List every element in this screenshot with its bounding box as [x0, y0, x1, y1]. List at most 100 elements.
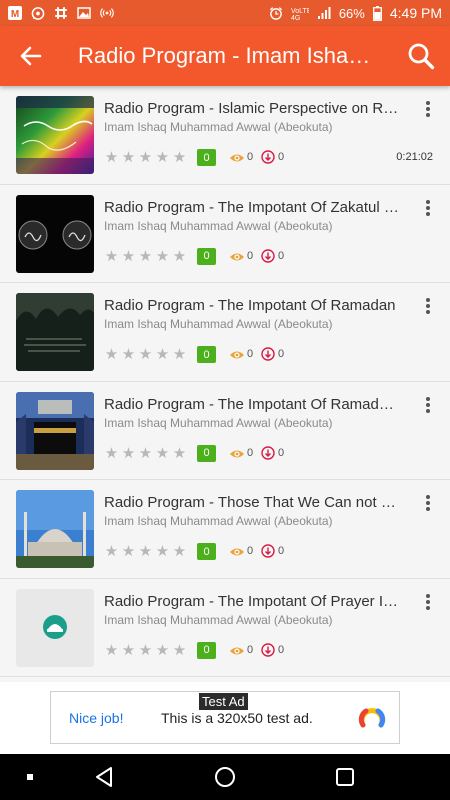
- thumbnail-dark-forest: [16, 293, 94, 371]
- nav-home-button[interactable]: [195, 754, 255, 800]
- downloads-count: 0: [278, 249, 285, 262]
- item-title[interactable]: Radio Program - The Impotant Of Ramadan …: [104, 396, 400, 413]
- page-title: Radio Program - Imam Ishaq Muhammad Awwa…: [78, 43, 392, 68]
- audio-list[interactable]: Radio Program - Islamic Perspective on R…: [0, 86, 450, 682]
- star-icon[interactable]: ★: [155, 347, 170, 363]
- item-author: Imam Ishaq Muhammad Awwal (Abeokuta): [104, 120, 333, 134]
- star-icon[interactable]: ★: [138, 445, 153, 462]
- star-icon[interactable]: ★: [104, 347, 119, 363]
- svg-text:VoLTE: VoLTE: [291, 8, 309, 15]
- item-title[interactable]: Radio Program - The Impotant Of Prayer I…: [104, 593, 400, 610]
- star-icon[interactable]: ★: [121, 150, 136, 166]
- eye-icon: [230, 351, 244, 359]
- download-icon: [261, 544, 275, 558]
- star-icon[interactable]: ★: [121, 445, 136, 462]
- image-icon: [77, 6, 91, 20]
- download-icon: [261, 248, 275, 263]
- star-icon[interactable]: ★: [138, 544, 153, 560]
- star-rating[interactable]: ★ ★ ★ ★ ★: [104, 347, 187, 363]
- battery-icon: [372, 5, 382, 21]
- nav-recents-button[interactable]: [315, 754, 375, 800]
- star-icon[interactable]: ★: [104, 445, 119, 462]
- list-item[interactable]: Radio Program - The Impotant Of Ramadan …: [0, 381, 450, 480]
- star-icon[interactable]: ★: [155, 544, 170, 560]
- thumbnail-kaaba: [16, 391, 94, 470]
- list-item[interactable]: Radio Program - The Impotant Of Zakatul …: [0, 184, 450, 283]
- ad-body-text[interactable]: This is a 320x50 test ad.: [161, 710, 351, 726]
- m-icon: M: [8, 6, 22, 20]
- alarm-icon: [269, 6, 283, 20]
- clock: 4:49 PM: [389, 5, 442, 21]
- battery-percent: 66%: [338, 5, 365, 21]
- star-icon[interactable]: ★: [155, 445, 170, 462]
- rating-badge: 0: [197, 641, 216, 659]
- back-button[interactable]: [0, 26, 62, 86]
- star-icon[interactable]: ★: [104, 544, 119, 560]
- more-options-button[interactable]: [418, 591, 438, 613]
- thumbnail-rainbow-calligraphy: [16, 96, 94, 174]
- volte-icon: VoLTE4G: [291, 6, 309, 20]
- system-nav-bar: [0, 754, 450, 800]
- list-item[interactable]: Radio Program - The Impotant Of Prayer I…: [0, 578, 450, 677]
- downloads-count: 0: [278, 151, 285, 163]
- more-options-button[interactable]: [418, 394, 438, 416]
- star-icon[interactable]: ★: [104, 150, 119, 166]
- star-icon[interactable]: ★: [172, 445, 187, 462]
- star-icon[interactable]: ★: [155, 150, 170, 166]
- star-icon[interactable]: ★: [172, 642, 187, 659]
- star-icon[interactable]: ★: [138, 642, 153, 659]
- item-title[interactable]: Radio Program - Those That We Can not Ma…: [104, 494, 400, 511]
- item-title[interactable]: Radio Program - Islamic Perspective on R…: [104, 100, 400, 117]
- star-icon[interactable]: ★: [155, 248, 170, 265]
- downloads-count: 0: [278, 643, 285, 656]
- star-icon[interactable]: ★: [138, 347, 153, 363]
- item-title[interactable]: Radio Program - The Impotant Of Zakatul …: [104, 199, 400, 216]
- star-icon[interactable]: ★: [155, 642, 170, 659]
- star-icon[interactable]: ★: [172, 347, 187, 363]
- star-icon[interactable]: ★: [172, 248, 187, 265]
- star-rating[interactable]: ★ ★ ★ ★ ★: [104, 445, 187, 462]
- list-item[interactable]: Radio Program - Islamic Perspective on R…: [0, 86, 450, 185]
- list-item[interactable]: Radio Program - The Impotant Of Ramadan …: [0, 283, 450, 382]
- star-icon[interactable]: ★: [121, 347, 136, 363]
- star-icon[interactable]: ★: [121, 642, 136, 659]
- star-icon[interactable]: ★: [138, 150, 153, 166]
- star-rating[interactable]: ★ ★ ★ ★ ★: [104, 642, 187, 659]
- ad-container: Test Ad Nice job! This is a 320x50 test …: [0, 682, 450, 754]
- rating-badge: 0: [197, 247, 216, 265]
- search-button[interactable]: [392, 26, 450, 86]
- search-icon: [408, 43, 435, 70]
- menu-dot-button[interactable]: [0, 754, 60, 800]
- star-icon[interactable]: ★: [121, 544, 136, 560]
- ad-logo-icon[interactable]: [357, 703, 387, 733]
- item-author: Imam Ishaq Muhammad Awwal (Abeokuta): [104, 218, 333, 233]
- eye-icon: [230, 154, 244, 162]
- star-rating[interactable]: ★ ★ ★ ★ ★: [104, 248, 187, 265]
- svg-text:M: M: [11, 9, 19, 20]
- home-circle-icon: [215, 767, 235, 787]
- star-icon[interactable]: ★: [104, 642, 119, 659]
- star-icon[interactable]: ★: [104, 248, 119, 265]
- star-icon[interactable]: ★: [138, 248, 153, 265]
- item-title[interactable]: Radio Program - The Impotant Of Ramadan: [104, 297, 400, 314]
- star-rating[interactable]: ★ ★ ★ ★ ★: [104, 544, 187, 560]
- menu-dot-icon: [27, 774, 33, 780]
- svg-text:4G: 4G: [291, 15, 300, 20]
- list-item[interactable]: Radio Program - Those That We Can not Ma…: [0, 480, 450, 579]
- item-author: Imam Ishaq Muhammad Awwal (Abeokuta): [104, 317, 333, 331]
- star-icon[interactable]: ★: [172, 150, 187, 166]
- duration: 0:21:02: [396, 151, 433, 163]
- star-icon[interactable]: ★: [121, 248, 136, 265]
- download-icon: [261, 347, 275, 361]
- more-options-button[interactable]: [418, 197, 438, 219]
- star-icon[interactable]: ★: [172, 544, 187, 560]
- more-options-button[interactable]: [418, 98, 438, 120]
- rating-badge: 0: [197, 346, 216, 363]
- views-count: 0: [247, 643, 254, 656]
- nav-back-button[interactable]: [74, 754, 134, 800]
- more-options-button[interactable]: [418, 295, 438, 317]
- download-icon: [261, 150, 275, 164]
- star-rating[interactable]: ★ ★ ★ ★ ★: [104, 150, 187, 166]
- ad-nice-text[interactable]: Nice job!: [69, 710, 161, 726]
- more-options-button[interactable]: [418, 492, 438, 514]
